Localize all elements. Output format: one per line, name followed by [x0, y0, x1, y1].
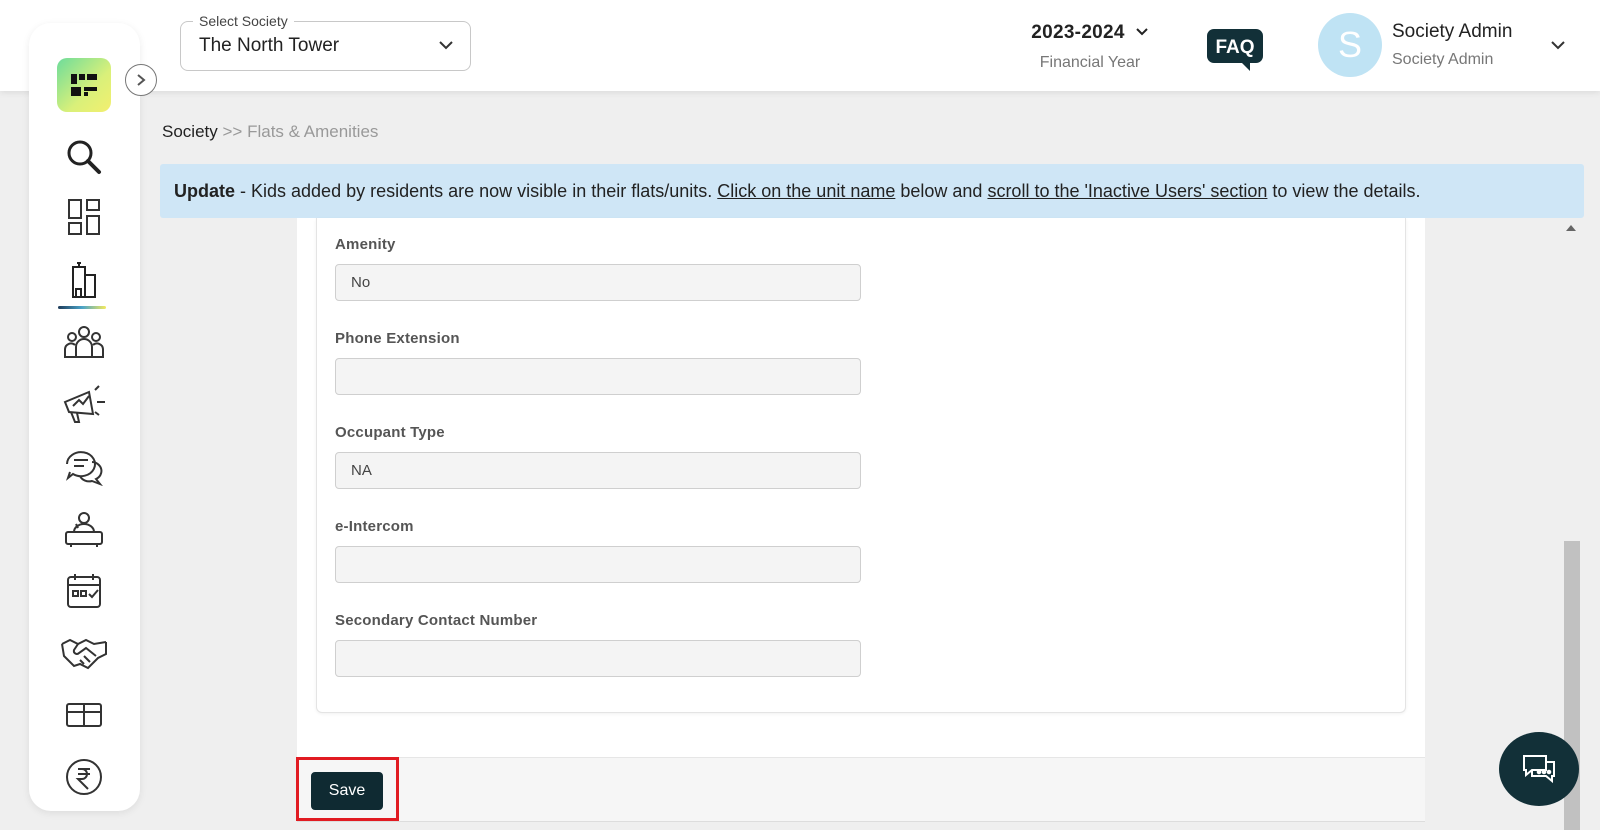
society-select-label: Select Society: [193, 13, 294, 29]
app-logo[interactable]: [57, 58, 111, 112]
financial-year-label: Financial Year: [1039, 54, 1141, 71]
phone-extension-input[interactable]: [335, 358, 861, 395]
avatar: S: [1318, 13, 1382, 77]
field-label: Phone Extension: [335, 330, 460, 347]
occupant-type-field: Occupant Type NA: [335, 424, 861, 489]
chevron-down-icon[interactable]: [1550, 38, 1566, 56]
field-label: Amenity: [335, 236, 396, 253]
box-icon[interactable]: [57, 691, 111, 739]
handshake-icon[interactable]: [57, 628, 111, 676]
chat-icon: [1523, 755, 1555, 784]
amenity-field: Amenity No: [335, 236, 861, 301]
chevron-down-icon: [438, 38, 454, 56]
profile-menu[interactable]: S Society Admin Society Admin: [1318, 13, 1512, 77]
field-label: e-Intercom: [335, 518, 414, 535]
calendar-icon[interactable]: [57, 567, 111, 615]
form-footer: [297, 757, 1425, 822]
scroll-up-arrow-icon[interactable]: [1566, 225, 1576, 231]
chat-bubbles-icon[interactable]: [57, 443, 111, 491]
e-intercom-field: e-Intercom: [335, 518, 861, 583]
faq-label: FAQ: [1215, 37, 1254, 58]
chevron-right-icon: [137, 74, 146, 86]
helpdesk-icon[interactable]: [57, 505, 111, 553]
banner-text: to view the details.: [1267, 181, 1421, 201]
financial-year-value: 2023-2024: [1031, 22, 1125, 43]
save-button[interactable]: Save: [311, 772, 383, 810]
secondary-contact-field: Secondary Contact Number: [335, 612, 861, 677]
chevron-down-icon: [1135, 24, 1149, 42]
dashboard-icon[interactable]: [57, 193, 111, 241]
rupee-icon[interactable]: [57, 753, 111, 801]
sidebar: [29, 23, 140, 811]
inactive-users-link[interactable]: scroll to the 'Inactive Users' section: [987, 181, 1267, 201]
society-select-value: The North Tower: [199, 35, 340, 56]
top-bar: Select Society The North Tower 2023-2024…: [0, 0, 1600, 91]
phone-extension-field: Phone Extension: [335, 330, 861, 395]
building-icon[interactable]: [57, 255, 111, 303]
profile-name: Society Admin: [1392, 21, 1513, 42]
banner-title: Update: [174, 181, 236, 201]
faq-icon: FAQ: [1207, 29, 1263, 71]
community-icon[interactable]: [57, 318, 111, 366]
banner-text: - Kids added by residents are now visibl…: [235, 181, 718, 201]
profile-role: Society Admin: [1392, 51, 1494, 68]
banner-text: below and: [895, 181, 988, 201]
active-nav-indicator: [58, 306, 106, 309]
breadcrumb-current: Flats & Amenities: [247, 122, 379, 141]
faq-button[interactable]: FAQ: [1206, 28, 1264, 77]
amenity-input[interactable]: No: [335, 264, 861, 301]
announcement-icon[interactable]: [57, 380, 111, 428]
update-banner: Update - Kids added by residents are now…: [160, 164, 1584, 218]
e-intercom-input[interactable]: [335, 546, 861, 583]
financial-year-select[interactable]: 2023-2024 Financial Year: [1010, 22, 1170, 72]
field-label: Secondary Contact Number: [335, 612, 538, 629]
field-label: Occupant Type: [335, 424, 445, 441]
unit-name-link[interactable]: Click on the unit name: [717, 181, 895, 201]
occupant-type-input[interactable]: NA: [335, 452, 861, 489]
chat-support-button[interactable]: [1499, 732, 1579, 806]
breadcrumb-separator: >>: [222, 122, 243, 141]
breadcrumb-root[interactable]: Society: [162, 122, 218, 141]
sidebar-expand-button[interactable]: [125, 64, 157, 96]
breadcrumb: Society >> Flats & Amenities: [162, 122, 378, 142]
secondary-contact-input[interactable]: [335, 640, 861, 677]
search-icon[interactable]: [57, 133, 111, 181]
society-select[interactable]: Select Society The North Tower: [180, 13, 471, 71]
